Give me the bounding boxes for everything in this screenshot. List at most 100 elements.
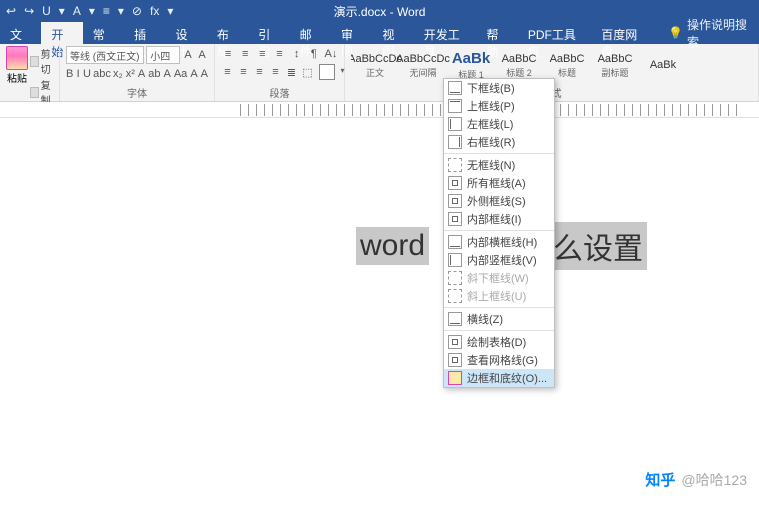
border-option[interactable]: 右框线(R) <box>444 133 554 151</box>
font-name-combo[interactable]: 等线 (西文正文) <box>66 46 144 64</box>
ribbon-tabs: 文件开始常用插入设计布局引用邮件审阅视图开发工具帮助PDF工具集百度网盘💡操作说… <box>0 22 759 44</box>
border-icon <box>448 117 462 131</box>
tab-开始[interactable]: 开始 <box>41 22 82 44</box>
border-icon <box>448 335 462 349</box>
tab-引用[interactable]: 引用 <box>248 22 289 44</box>
font-format-button[interactable]: A <box>138 66 145 82</box>
tab-常用[interactable]: 常用 <box>83 22 124 44</box>
border-icon <box>448 194 462 208</box>
tab-文件[interactable]: 文件 <box>0 22 41 44</box>
border-option[interactable]: 外侧框线(S) <box>444 192 554 210</box>
font-format-button[interactable]: A <box>190 66 197 82</box>
para-button[interactable]: ↕ <box>290 46 304 62</box>
border-option[interactable]: 内部竖框线(V) <box>444 251 554 269</box>
border-option[interactable]: 查看网格线(G) <box>444 351 554 369</box>
font-size-combo[interactable]: 小四 <box>146 46 180 64</box>
para-button[interactable]: ≡ <box>272 46 286 62</box>
style-[interactable]: AaBk <box>639 46 687 85</box>
tell-me-search[interactable]: 💡操作说明搜索 <box>658 22 759 44</box>
font-format-button[interactable]: abc <box>94 66 110 82</box>
border-option[interactable]: 绘制表格(D) <box>444 333 554 351</box>
border-icon <box>448 158 462 172</box>
shrink-font-button[interactable]: A <box>196 47 208 63</box>
border-icon <box>448 212 462 226</box>
para-button[interactable]: ≡ <box>221 46 235 62</box>
paragraph-group: ≡≡≡≡↕¶A↓ ≡≡≡≡≣⬚ 段落 <box>215 44 345 101</box>
para-button[interactable]: ≡ <box>237 64 250 80</box>
document-area[interactable]: word 么设置 <box>0 118 759 500</box>
qat-button[interactable]: ≡ <box>103 4 110 18</box>
tab-设计[interactable]: 设计 <box>166 22 207 44</box>
tab-插入[interactable]: 插入 <box>124 22 165 44</box>
grow-font-button[interactable]: A <box>182 47 194 63</box>
qat-button[interactable]: ▾ <box>59 4 65 18</box>
tab-审阅[interactable]: 审阅 <box>331 22 372 44</box>
tab-百度网盘[interactable]: 百度网盘 <box>591 22 654 44</box>
font-group: 等线 (西文正文) 小四 A A BIUabcx₂x²AabAAaAA 字体 <box>60 44 215 101</box>
para-button[interactable]: A↓ <box>324 46 338 62</box>
qat-button[interactable]: fx <box>150 4 159 18</box>
border-icon <box>448 371 462 385</box>
tab-布局[interactable]: 布局 <box>207 22 248 44</box>
group-label: 段落 <box>221 85 338 101</box>
border-option[interactable]: 无框线(N) <box>444 156 554 174</box>
border-icon <box>448 176 462 190</box>
border-option[interactable]: 上框线(P) <box>444 97 554 115</box>
qat-button[interactable]: ↩ <box>6 4 16 18</box>
border-option[interactable]: 内部框线(I) <box>444 210 554 228</box>
border-option: 斜下框线(W) <box>444 269 554 287</box>
para-button[interactable]: ⬚ <box>301 64 314 80</box>
border-option[interactable]: 内部横框线(H) <box>444 233 554 251</box>
tab-开发工具[interactable]: 开发工具 <box>414 22 477 44</box>
para-button[interactable]: ≡ <box>238 46 252 62</box>
tab-PDF工具集[interactable]: PDF工具集 <box>518 22 591 44</box>
cut-button[interactable]: 剪切 <box>30 46 54 76</box>
style-副标题[interactable]: AaBbC副标题 <box>591 46 639 85</box>
border-icon <box>448 271 462 285</box>
ruler <box>0 102 759 118</box>
style-无间隔[interactable]: AaBbCcDc无间隔 <box>399 46 447 85</box>
paste-icon <box>6 46 28 70</box>
qat-button[interactable]: ↪ <box>24 4 34 18</box>
para-button[interactable]: ≡ <box>253 64 266 80</box>
tab-视图[interactable]: 视图 <box>372 22 413 44</box>
font-format-button[interactable]: x₂ <box>113 66 123 82</box>
qat-button[interactable]: ▾ <box>89 4 95 18</box>
tab-帮助[interactable]: 帮助 <box>476 22 517 44</box>
qat-button[interactable]: ⊘ <box>132 4 142 18</box>
border-option[interactable]: 横线(Z) <box>444 310 554 328</box>
font-format-button[interactable]: A <box>164 66 171 82</box>
tab-邮件[interactable]: 邮件 <box>290 22 331 44</box>
font-format-button[interactable]: I <box>76 66 80 82</box>
quick-access-toolbar: ↩ ↪ U ▾ A ▾ ≡ ▾ ⊘ fx ▾ <box>0 4 173 18</box>
border-option[interactable]: 左框线(L) <box>444 115 554 133</box>
font-format-button[interactable]: ab <box>148 66 160 82</box>
border-icon <box>448 81 462 95</box>
border-icon <box>448 353 462 367</box>
border-option[interactable]: 下框线(B) <box>444 79 554 97</box>
border-option[interactable]: 所有框线(A) <box>444 174 554 192</box>
clipboard-group: 粘贴 剪切 复制 格式刷 剪贴板 <box>0 44 60 101</box>
qat-button[interactable]: ▾ <box>167 4 173 18</box>
border-icon <box>448 135 462 149</box>
para-button[interactable]: ≡ <box>269 64 282 80</box>
font-format-button[interactable]: A <box>201 66 208 82</box>
font-format-button[interactable]: x² <box>126 66 135 82</box>
group-label: 字体 <box>66 85 208 101</box>
para-button[interactable]: ¶ <box>307 46 321 62</box>
para-button[interactable]: ≣ <box>285 64 298 80</box>
font-format-button[interactable]: Aa <box>174 66 187 82</box>
qat-button[interactable]: ▾ <box>118 4 124 18</box>
window-title: 演示.docx - Word <box>334 3 426 20</box>
qat-button[interactable]: U <box>42 4 51 18</box>
style-正文[interactable]: AaBbCcDc正文 <box>351 46 399 85</box>
para-button[interactable]: ≡ <box>255 46 269 62</box>
borders-dropdown-button[interactable] <box>317 64 338 80</box>
separator <box>444 307 554 308</box>
font-format-button[interactable]: B <box>66 66 73 82</box>
qat-button[interactable]: A <box>73 4 81 18</box>
zhihu-logo-icon: 知乎 <box>645 469 675 490</box>
border-option[interactable]: 边框和底纹(O)... <box>444 369 554 387</box>
para-button[interactable]: ≡ <box>221 64 234 80</box>
font-format-button[interactable]: U <box>83 66 91 82</box>
